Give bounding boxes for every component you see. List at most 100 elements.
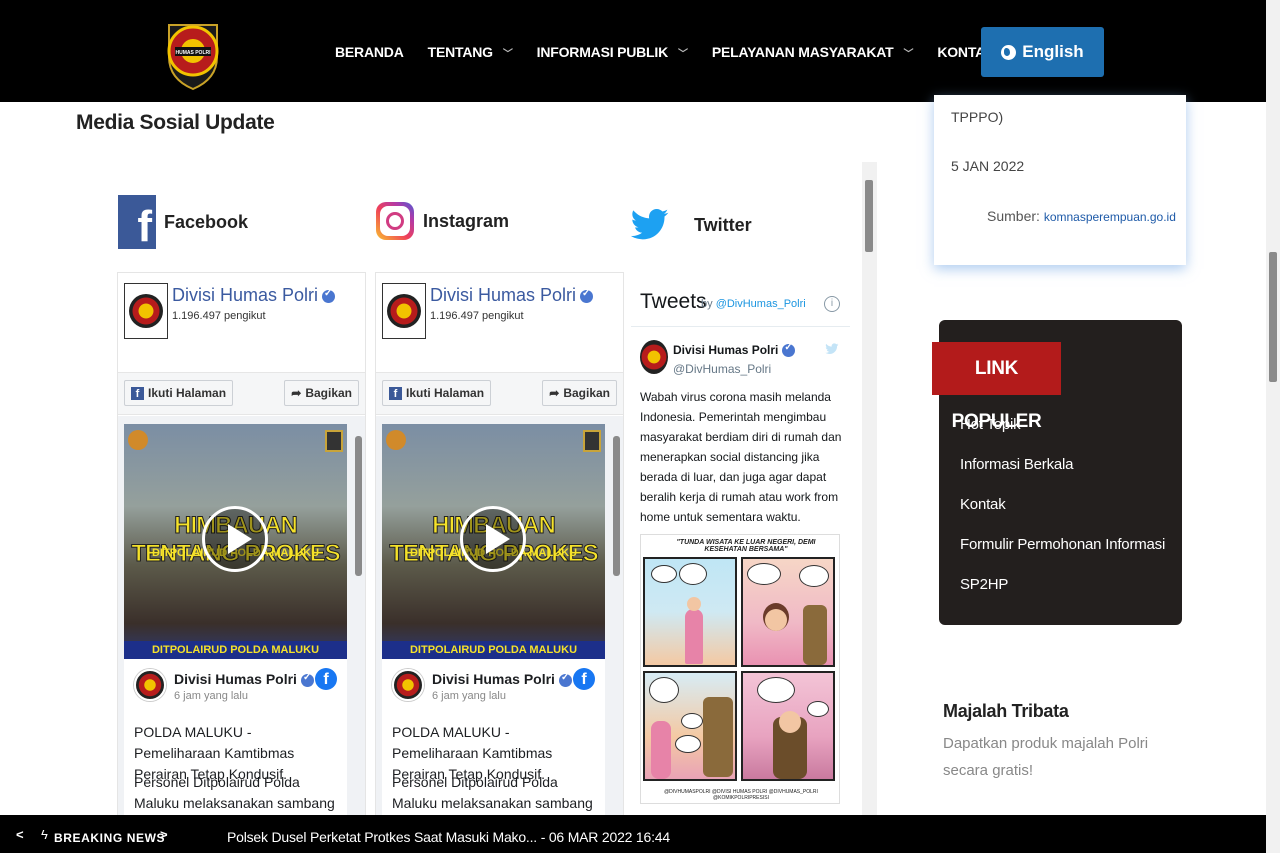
- feed-scrollbar[interactable]: [613, 436, 620, 576]
- follow-page-button[interactable]: f Ikuti Halaman: [382, 380, 492, 406]
- fb-feed: HIMBAUAN TENTANG PROKES DITPOLAIRUD POLD…: [118, 416, 365, 816]
- page-scrollbar-thumb[interactable]: [1269, 252, 1277, 382]
- twitter-bird-icon[interactable]: [824, 342, 840, 356]
- verified-icon: [580, 288, 594, 303]
- post-time[interactable]: 6 jam yang lalu: [432, 690, 506, 702]
- ticker-next-button[interactable]: >: [160, 827, 168, 842]
- share-icon: ➦: [549, 386, 560, 400]
- comic-panel: [741, 671, 835, 781]
- follow-page-button[interactable]: f Ikuti Halaman: [124, 380, 234, 406]
- popular-link-kontak[interactable]: Kontak: [960, 496, 1165, 536]
- comic-panel: [643, 671, 737, 781]
- page-scrollbar[interactable]: [1266, 0, 1280, 853]
- fb-page-name[interactable]: Divisi Humas Polri: [430, 285, 594, 306]
- chevron-down-icon: ﹀: [903, 48, 914, 60]
- post-text-continued: Personel Ditpolairud Polda Maluku melaks…: [392, 774, 593, 811]
- nav-item-informasi-publik[interactable]: INFORMASI PUBLIK ﹀: [537, 44, 688, 60]
- tweet-author[interactable]: Divisi Humas Polri: [673, 342, 796, 358]
- section-title: Media Sosial Update: [76, 111, 275, 134]
- instagram-header[interactable]: Instagram: [375, 195, 509, 247]
- language-button-label: English: [1022, 42, 1084, 61]
- play-icon[interactable]: [202, 506, 268, 572]
- twitter-header[interactable]: Twitter: [630, 205, 752, 245]
- social-scrollbar-thumb[interactable]: [865, 180, 873, 252]
- popular-link-informasi-berkala[interactable]: Informasi Berkala: [960, 456, 1165, 496]
- twitter-widget: Tweets by @DivHumas_Polri i Divisi Humas…: [631, 272, 850, 817]
- avatar[interactable]: [392, 669, 424, 701]
- popular-link-formulir[interactable]: Formulir Permohonan Informasi: [960, 536, 1165, 576]
- fb-actions: f Ikuti Halaman ➦ Bagikan: [376, 373, 623, 415]
- social-scrollbar[interactable]: [862, 162, 877, 817]
- facebook-icon: f: [118, 195, 156, 249]
- share-button[interactable]: ➦ Bagikan: [284, 380, 359, 406]
- comic-panel: [643, 557, 737, 667]
- feed-scrollbar[interactable]: [355, 436, 362, 576]
- popular-link-hot-topik[interactable]: Hot Topik: [960, 416, 1165, 456]
- fb-post: Divisi Humas Polri 6 jam yang lalu f POL…: [124, 659, 347, 816]
- video-thumbnail[interactable]: HIMBAUAN TENTANG PROKES DITPOLAIRUD POLD…: [382, 424, 605, 659]
- fb-followers: 1.196.497 pengikut: [430, 310, 524, 322]
- magazine-title[interactable]: Majalah Tribata: [943, 701, 1069, 722]
- play-icon[interactable]: [460, 506, 526, 572]
- twitter-icon: [630, 209, 669, 240]
- avatar[interactable]: [640, 340, 668, 374]
- post-time[interactable]: 6 jam yang lalu: [174, 690, 248, 702]
- fb-page-header: Divisi Humas Polri 1.196.497 pengikut: [118, 273, 365, 373]
- instagram-widget: Divisi Humas Polri 1.196.497 pengikut fI…: [375, 272, 624, 817]
- news-source: Sumber: komnasperempuan.go.id: [987, 208, 1176, 224]
- news-card[interactable]: TPPPO) 5 JAN 2022 Sumber: komnasperempua…: [934, 95, 1186, 265]
- top-navbar: HUMAS POLRI BERANDA TENTANG ﹀ INFORMASI P…: [0, 0, 1266, 102]
- tweet-comic-image[interactable]: "TUNDA WISATA KE LUAR NEGERI, DEMI KESEH…: [640, 534, 840, 804]
- shield-icon: [325, 430, 343, 452]
- fb-page-name[interactable]: Divisi Humas Polri: [172, 285, 336, 306]
- video-thumbnail[interactable]: HIMBAUAN TENTANG PROKES DITPOLAIRUD POLD…: [124, 424, 347, 659]
- comic-title: "TUNDA WISATA KE LUAR NEGERI, DEMI KESEH…: [676, 539, 816, 553]
- language-english-button[interactable]: English: [981, 27, 1104, 77]
- nav-item-pelayanan-masyarakat[interactable]: PELAYANAN MASYARAKAT ﹀: [712, 44, 914, 60]
- tweets-title: Tweets: [640, 290, 707, 313]
- magazine-description: Dapatkan produk majalah Polri secara gra…: [943, 735, 1149, 779]
- facebook-icon: f: [131, 386, 144, 400]
- instagram-icon: [375, 195, 415, 247]
- tweets-by: by @DivHumas_Polri: [701, 298, 806, 310]
- popular-links-list: Hot Topik Informasi Berkala Kontak Formu…: [960, 416, 1165, 616]
- comic-footer: @DIVHUMASPOLRI @DIVISI HUMAS POLRI @DIVH…: [664, 789, 818, 801]
- ticker-prev-button[interactable]: <: [16, 827, 24, 842]
- facebook-icon[interactable]: f: [573, 668, 595, 690]
- page-avatar[interactable]: [382, 283, 426, 339]
- breaking-news-label: BREAKING NEWS: [54, 831, 166, 845]
- humas-polri-logo[interactable]: HUMAS POLRI: [163, 13, 223, 91]
- facebook-icon[interactable]: f: [315, 668, 337, 690]
- video-footer: DITPOLAIRUD POLDA MALUKU: [124, 641, 347, 659]
- verified-icon: [322, 288, 336, 303]
- tweet-text: Wabah virus corona masih melanda Indones…: [640, 390, 842, 524]
- police-badge-icon: [386, 430, 406, 450]
- tweet-handle[interactable]: @DivHumas_Polri: [673, 362, 771, 376]
- verified-icon: [782, 342, 796, 358]
- video-footer: DITPOLAIRUD POLDA MALUKU: [382, 641, 605, 659]
- page-avatar[interactable]: [124, 283, 168, 339]
- facebook-widget: Divisi Humas Polri 1.196.497 pengikut fI…: [117, 272, 366, 817]
- facebook-header[interactable]: f Facebook: [118, 195, 248, 249]
- share-button[interactable]: ➦ Bagikan: [542, 380, 617, 406]
- twitter-widget-header: Tweets by @DivHumas_Polri i: [631, 272, 850, 327]
- post-author[interactable]: Divisi Humas Polri: [174, 671, 314, 687]
- nav-item-beranda[interactable]: BERANDA: [335, 44, 404, 60]
- nav-item-tentang[interactable]: TENTANG ﹀: [428, 44, 513, 60]
- popular-link-sp2hp[interactable]: SP2HP: [960, 576, 1165, 616]
- fb-followers: 1.196.497 pengikut: [172, 310, 266, 322]
- instagram-label: Instagram: [423, 210, 510, 231]
- avatar[interactable]: [134, 669, 166, 701]
- info-icon[interactable]: i: [824, 296, 840, 312]
- fb-actions: f Ikuti Halaman ➦ Bagikan: [118, 373, 365, 415]
- news-source-link[interactable]: komnasperempuan.go.id: [1044, 210, 1176, 224]
- twitter-handle-link[interactable]: @DivHumas_Polri: [716, 298, 806, 310]
- fb-page-header: Divisi Humas Polri 1.196.497 pengikut: [376, 273, 623, 373]
- news-title-tail: TPPPO): [951, 109, 1004, 125]
- fb-post: Divisi Humas Polri 6 jam yang lalu f POL…: [382, 659, 605, 816]
- fb-feed: HIMBAUAN TENTANG PROKES DITPOLAIRUD POLD…: [376, 416, 623, 816]
- facebook-label: Facebook: [164, 211, 249, 232]
- breaking-news-headline[interactable]: Polsek Dusel Perketat Protkes Saat Masuk…: [227, 829, 670, 845]
- post-author[interactable]: Divisi Humas Polri: [432, 671, 572, 687]
- svg-text:HUMAS POLRI: HUMAS POLRI: [176, 50, 212, 56]
